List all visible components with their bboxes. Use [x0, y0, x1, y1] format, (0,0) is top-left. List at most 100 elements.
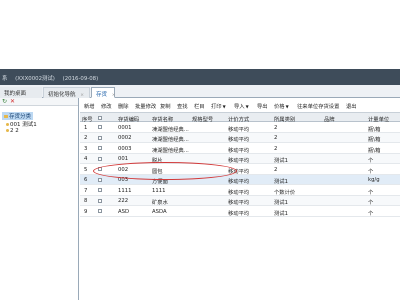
cell-unit: 个	[368, 200, 374, 206]
cell-unit: 瓶\箱	[368, 126, 381, 133]
tree-item-2[interactable]: 2 2	[6, 128, 19, 134]
cell-code: 0001	[118, 124, 132, 131]
cell-code: 0003	[118, 145, 132, 152]
copy-button[interactable]: 复制	[159, 101, 172, 111]
cell-no: 9	[84, 208, 88, 215]
title-part-date: (2016-09-08)	[62, 76, 99, 82]
title-part-app: 系	[2, 76, 8, 82]
tab-my-desktop[interactable]: 我的桌面	[0, 87, 42, 98]
row-checkbox[interactable]	[98, 156, 102, 161]
table-row[interactable]: 7 1111 1111 移动平均 个数计价 个	[80, 185, 400, 196]
node-icon	[6, 129, 9, 132]
cell-category: 个数计价	[274, 189, 296, 196]
cell-name: 凍湖盟他经典...	[152, 147, 189, 154]
inventory-main: 新增 修改 删除 批量修改 复制 查找 栏目 打印▼ 导入▼ 导出 价格▼ 往来…	[80, 98, 400, 300]
cell-no: 5	[84, 166, 88, 173]
row-checkbox[interactable]	[98, 177, 102, 182]
cell-unit: kg/g	[368, 177, 380, 183]
folder-icon	[4, 115, 8, 118]
edit-button[interactable]: 修改	[100, 101, 113, 111]
tab-init-navigation[interactable]: 初始化导航 ×	[43, 87, 90, 98]
row-checkbox[interactable]	[98, 125, 102, 129]
window-title: 系 (XXX0002测试) (2016-09-08)	[2, 74, 104, 82]
find-button[interactable]: 查找	[176, 101, 189, 111]
chevron-down-icon: ▼	[285, 104, 289, 109]
category-toolbar: ↻ ✕	[0, 98, 78, 106]
tab-bar: 我的桌面 初始化导航 × 存货 ×	[0, 85, 400, 98]
cell-method: 移动平均	[228, 137, 250, 143]
row-checkbox[interactable]	[98, 198, 102, 203]
tab-inventory[interactable]: 存货 ×	[91, 87, 116, 98]
chevron-down-icon: ▼	[222, 104, 226, 109]
tree-item-label: 2 2	[10, 128, 19, 134]
cell-unit: 瓶\箱	[368, 137, 381, 143]
cell-code: 0002	[118, 135, 132, 141]
cell-method: 移动平均	[228, 200, 250, 206]
partner-inventory-settings-button[interactable]: 往来单位存货设置	[296, 101, 340, 111]
tab-label: 我的桌面	[4, 91, 27, 97]
cell-category: 2	[274, 124, 278, 131]
delete-button[interactable]: 删除	[117, 101, 130, 111]
cell-unit: 个	[368, 189, 374, 196]
price-button[interactable]: 价格▼	[273, 101, 290, 111]
cell-category: 测试1	[274, 158, 288, 164]
delete-icon[interactable]: ✕	[10, 99, 16, 105]
row-checkbox[interactable]	[98, 188, 102, 192]
table-row[interactable]: 9 ASD ASDA 移动平均 测试1 个	[80, 206, 400, 217]
cell-category: 测试1	[274, 200, 288, 206]
cell-no: 7	[84, 187, 88, 194]
window-title-bar: 系 (XXX0002测试) (2016-09-08)	[0, 69, 400, 85]
grid-header: 序号 存货编码 存货名称 规格型号 计价方式 所属类别 品牌 计量单位	[80, 112, 400, 123]
cell-no: 4	[84, 156, 88, 162]
row-checkbox[interactable]	[98, 135, 102, 140]
cell-category: 2	[274, 166, 278, 173]
cell-no: 2	[84, 135, 88, 141]
cell-no: 8	[84, 198, 88, 204]
cell-method: 移动平均	[228, 126, 250, 133]
cell-code: 222	[118, 198, 129, 204]
cell-method: 移动平均	[228, 179, 250, 185]
node-icon	[6, 123, 9, 126]
cell-name: 矿泉水	[152, 200, 168, 206]
inventory-toolbar: 新增 修改 删除 批量修改 复制 查找 栏目 打印▼ 导入▼ 导出 价格▼ 往来…	[80, 101, 400, 111]
batch-edit-button[interactable]: 批量修改	[134, 101, 157, 111]
cell-no: 3	[84, 145, 88, 152]
table-row[interactable]: 1 0001 凍湖盟他经典... 移动平均 2 瓶\箱	[80, 122, 400, 133]
cell-code: 1111	[118, 187, 132, 194]
cell-unit: 瓶\箱	[368, 147, 381, 154]
cell-no: 1	[84, 124, 88, 131]
print-button[interactable]: 打印▼	[210, 101, 227, 111]
select-all-checkbox[interactable]	[98, 115, 102, 120]
cell-code: ASD	[118, 208, 130, 215]
cell-method: 移动平均	[228, 158, 250, 164]
cell-name: 1111	[152, 187, 166, 194]
import-button[interactable]: 导入▼	[233, 101, 250, 111]
cell-unit: 个	[368, 168, 374, 175]
cell-unit: 个	[368, 158, 374, 164]
columns-button[interactable]: 栏目	[193, 101, 206, 111]
row-checkbox[interactable]	[98, 209, 102, 213]
cell-name: ASDA	[152, 208, 167, 215]
tree-item-001[interactable]: 001 测试1	[6, 120, 37, 128]
table-row[interactable]: 8 222 矿泉水 移动平均 测试1 个	[80, 195, 400, 206]
cell-category: 测试1	[274, 179, 288, 185]
title-part-account: (XXX0002测试)	[15, 76, 55, 82]
row-checkbox[interactable]	[98, 146, 102, 150]
export-button[interactable]: 导出	[256, 101, 269, 111]
cell-unit: 个	[368, 210, 374, 217]
cell-category: 2	[274, 145, 278, 152]
refresh-icon[interactable]: ↻	[2, 99, 8, 105]
cell-category: 测试1	[274, 210, 288, 217]
cell-name: 凍湖盟他经典...	[152, 126, 189, 133]
table-row[interactable]: 2 0002 凍湖盟他经典... 移动平均 2 瓶\箱	[80, 132, 400, 143]
cell-method: 移动平均	[228, 147, 250, 154]
exit-button[interactable]: 退出	[345, 101, 358, 111]
table-row[interactable]: 3 0003 凍湖盟他经典... 移动平均 2 瓶\箱	[80, 143, 400, 154]
cell-name: 凍湖盟他经典...	[152, 137, 189, 143]
annotation-ellipse	[93, 162, 237, 180]
cell-method: 移动平均	[228, 189, 250, 196]
cell-no: 6	[84, 177, 88, 183]
add-button[interactable]: 新增	[83, 101, 96, 111]
cell-method: 移动平均	[228, 210, 250, 217]
tree-root-inventory-category[interactable]: 存货分类	[2, 112, 34, 120]
